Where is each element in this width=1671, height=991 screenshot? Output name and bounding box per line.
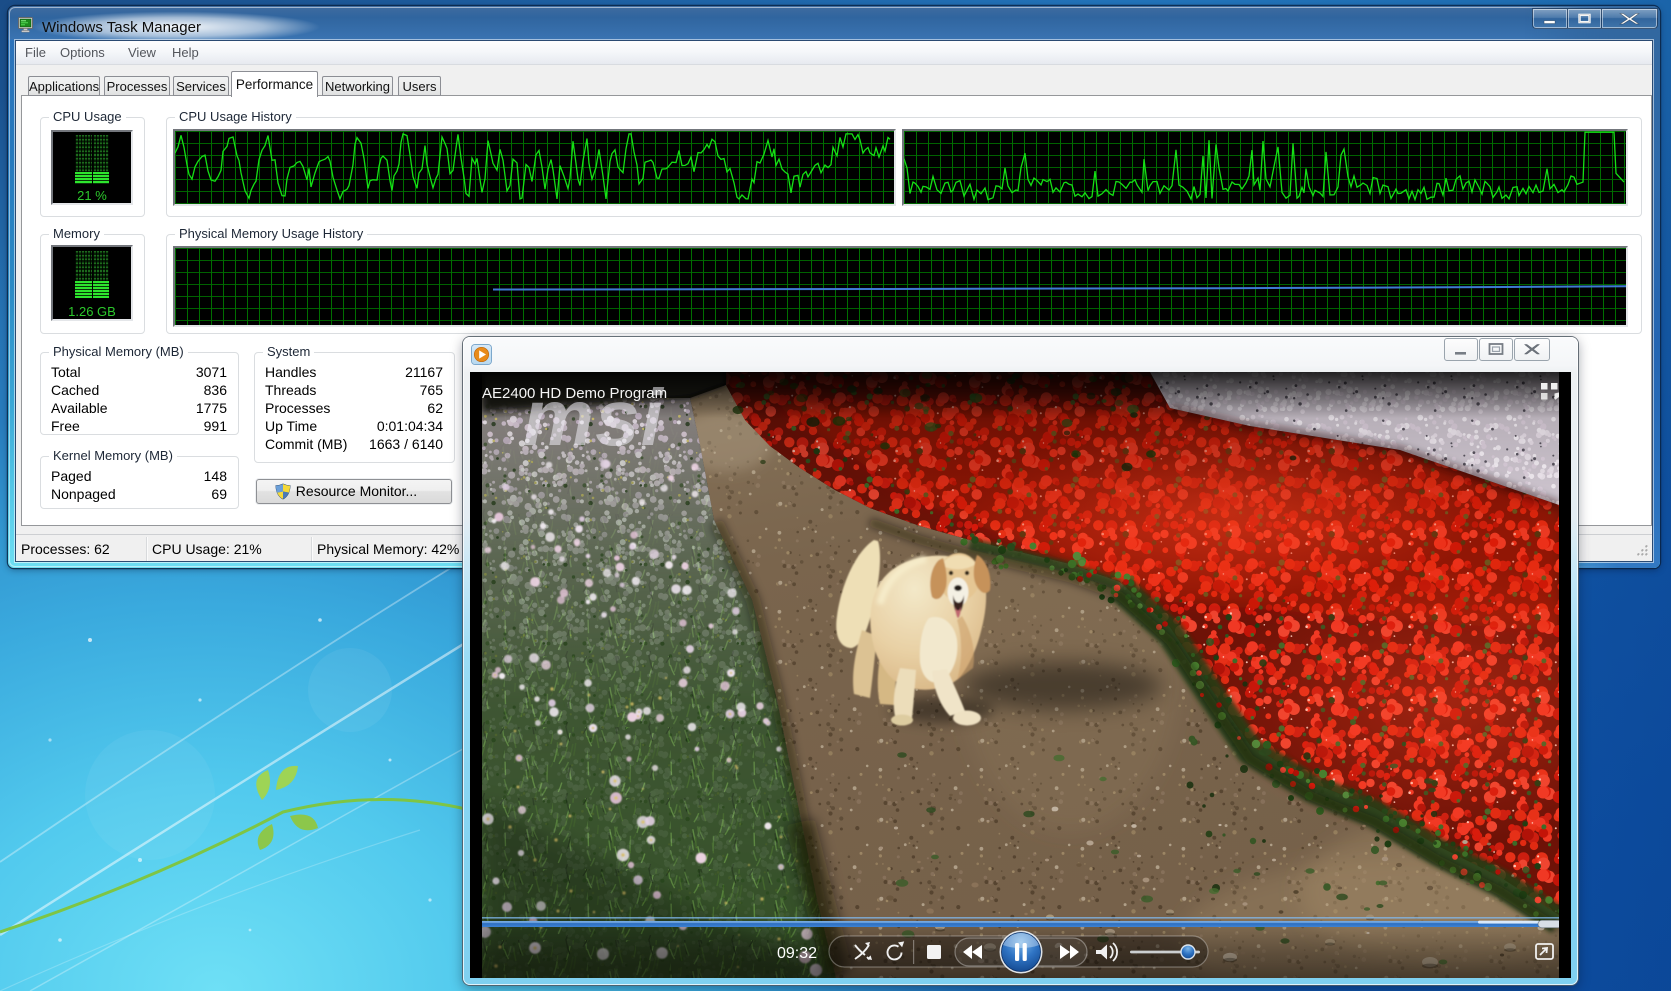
svg-text:AE2400 HD Demo Program: AE2400 HD Demo Program	[482, 385, 667, 402]
svg-text:09:32: 09:32	[777, 945, 817, 962]
